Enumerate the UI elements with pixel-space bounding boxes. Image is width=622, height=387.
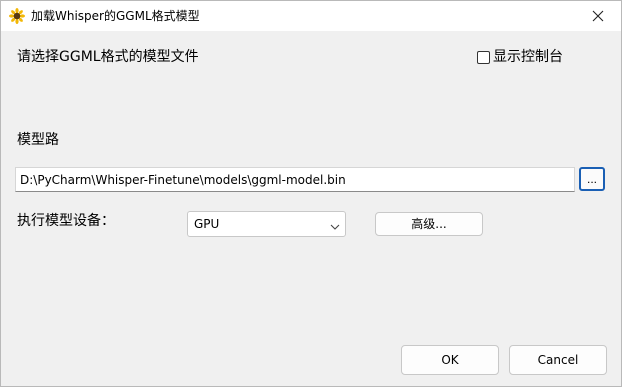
device-select[interactable]: GPU xyxy=(187,211,346,237)
prompt-label: 请选择GGML格式的模型文件 xyxy=(17,49,199,65)
browse-button[interactable]: ... xyxy=(579,167,605,191)
show-console-checkbox[interactable]: 显示控制台 xyxy=(477,48,563,66)
chevron-down-icon xyxy=(329,218,341,230)
window-title: 加载Whisper的GGML格式模型 xyxy=(31,9,200,23)
close-button[interactable] xyxy=(575,1,621,31)
cancel-button[interactable]: Cancel xyxy=(509,345,607,375)
device-label: 执行模型设备： xyxy=(17,213,115,229)
checkbox-box[interactable] xyxy=(477,50,490,64)
device-select-value: GPU xyxy=(194,217,220,231)
ok-button[interactable]: OK xyxy=(401,345,499,375)
advanced-button[interactable]: 高级... xyxy=(375,212,483,236)
sunflower-icon xyxy=(9,8,25,24)
close-icon xyxy=(592,7,604,26)
model-path-input[interactable] xyxy=(15,167,575,192)
model-path-label: 模型路 xyxy=(17,132,59,148)
dialog-window: 加载Whisper的GGML格式模型 请选择GGML格式的模型文件 显示控制台 … xyxy=(0,0,622,387)
show-console-label[interactable]: 显示控制台 xyxy=(493,48,563,66)
title-bar[interactable]: 加载Whisper的GGML格式模型 xyxy=(1,1,621,31)
